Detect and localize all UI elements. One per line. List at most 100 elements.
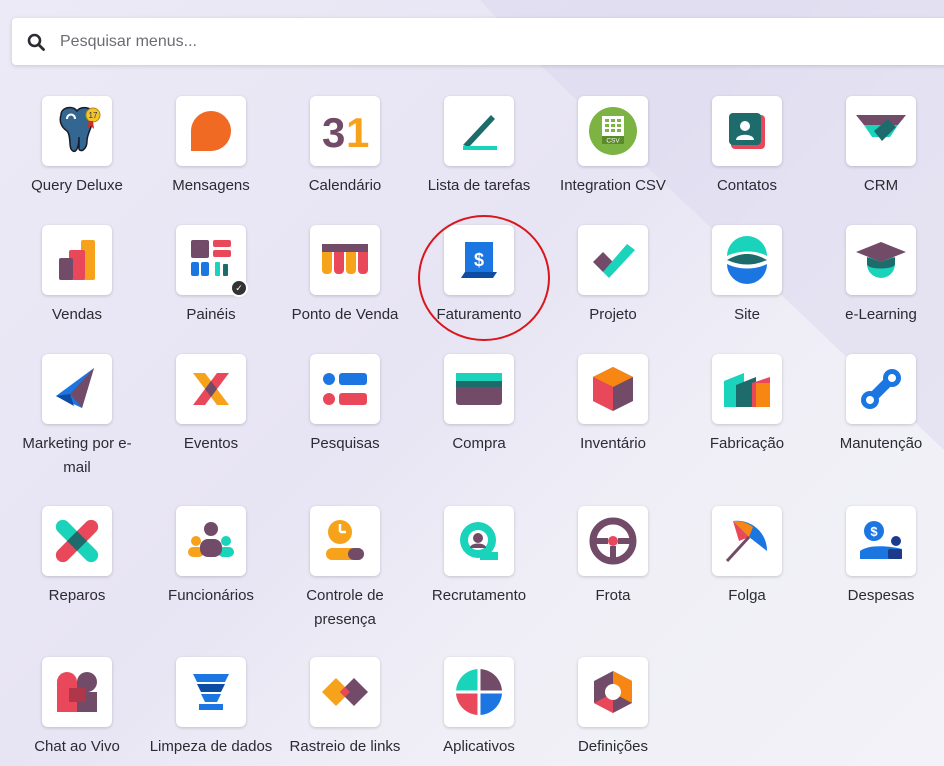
search-icon[interactable]	[26, 32, 46, 52]
app-e-learning[interactable]: e-Learning	[814, 225, 944, 327]
contatos-icon	[729, 113, 765, 149]
app-controle-presenca[interactable]: Controle de presença	[278, 506, 412, 632]
app-label: Aplicativos	[443, 738, 515, 755]
app-label: Painéis	[186, 306, 236, 323]
app-funcionarios[interactable]: Funcionários	[144, 506, 278, 608]
frota-icon	[589, 517, 637, 565]
projeto-icon	[593, 244, 635, 278]
app-calendario[interactable]: 3 1 Calendário	[278, 96, 412, 198]
app-pesquisas[interactable]: Pesquisas	[278, 354, 412, 456]
compra-icon	[456, 373, 502, 405]
site-icon	[727, 236, 767, 284]
app-eventos[interactable]: Eventos	[144, 354, 278, 456]
mensagens-icon	[191, 111, 231, 151]
app-label: Despesas	[847, 587, 915, 604]
svg-text:$: $	[474, 250, 484, 270]
app-label: Funcionários	[168, 587, 254, 604]
app-label: Folga	[728, 587, 766, 604]
app-crm[interactable]: CRM	[814, 96, 944, 198]
app-ponto-de-venda[interactable]: Ponto de Venda	[278, 225, 412, 327]
svg-text:17: 17	[89, 111, 98, 120]
app-label: CRM	[863, 177, 899, 194]
svg-text:1: 1	[346, 109, 369, 153]
marketing-email-icon	[56, 368, 94, 408]
recrutamento-icon	[460, 522, 498, 560]
lista-de-tarefas-icon	[463, 115, 497, 150]
chat-ao-vivo-icon	[57, 672, 97, 712]
checkmark-badge-icon: ✓	[230, 279, 248, 297]
e-learning-icon	[856, 242, 906, 278]
app-label: Compra	[452, 435, 506, 452]
app-label: Ponto de Venda	[291, 306, 399, 323]
search-input[interactable]	[58, 31, 662, 52]
app-aplicativos[interactable]: Aplicativos	[412, 657, 546, 759]
app-query-deluxe[interactable]: 17 Query Deluxe	[10, 96, 144, 198]
limpeza-dados-icon	[193, 674, 229, 710]
app-label: Query Deluxe	[31, 177, 123, 194]
app-label: Inventário	[580, 435, 646, 452]
crm-icon	[856, 115, 906, 141]
app-integration-csv[interactable]: CSV Integration CSV	[546, 96, 680, 198]
app-marketing-email[interactable]: Marketing por e-mail	[10, 354, 144, 480]
rastreio-links-icon	[322, 678, 368, 706]
app-frota[interactable]: Frota	[546, 506, 680, 608]
app-label: Calendário	[308, 177, 382, 194]
app-manutencao[interactable]: Manutenção	[814, 354, 944, 456]
app-compra[interactable]: Compra	[412, 354, 546, 456]
app-contatos[interactable]: Contatos	[680, 96, 814, 198]
fabricacao-icon	[724, 373, 770, 407]
app-inventario[interactable]: Inventário	[546, 354, 680, 456]
app-faturamento[interactable]: $ Faturamento	[412, 225, 546, 327]
app-label: Projeto	[589, 306, 637, 323]
app-label: Controle de presença	[306, 587, 384, 628]
app-definicoes[interactable]: Definições	[546, 657, 680, 759]
funcionarios-icon	[188, 522, 234, 557]
app-limpeza-dados[interactable]: Limpeza de dados	[144, 657, 278, 759]
app-label: Integration CSV	[560, 177, 666, 194]
aplicativos-icon	[456, 669, 502, 715]
app-label: Mensagens	[172, 177, 250, 194]
pesquisas-icon	[323, 373, 367, 405]
app-lista-de-tarefas[interactable]: Lista de tarefas	[412, 96, 546, 198]
app-label: Vendas	[51, 306, 103, 323]
app-mensagens[interactable]: Mensagens	[144, 96, 278, 198]
definicoes-icon	[594, 671, 632, 713]
despesas-icon: $	[860, 521, 902, 559]
app-label: Recrutamento	[431, 587, 527, 604]
app-recrutamento[interactable]: Recrutamento	[412, 506, 546, 608]
paineis-icon	[191, 240, 231, 276]
svg-text:$: $	[870, 524, 878, 539]
inventario-icon	[593, 367, 633, 411]
folga-icon	[725, 520, 768, 563]
app-label: Fabricação	[709, 435, 785, 452]
eventos-icon	[193, 373, 229, 405]
svg-text:3: 3	[322, 109, 345, 153]
app-label: Lista de tarefas	[427, 177, 531, 194]
query-deluxe-icon: 17	[59, 106, 101, 153]
app-label: Eventos	[183, 435, 239, 452]
app-reparos[interactable]: Reparos	[10, 506, 144, 608]
app-label: Frota	[595, 587, 631, 604]
calendario-icon: 3 1	[322, 109, 369, 153]
app-label: Marketing por e-mail	[22, 435, 132, 476]
app-site[interactable]: Site	[680, 225, 814, 327]
vendas-icon	[59, 240, 95, 280]
app-chat-ao-vivo[interactable]: Chat ao Vivo	[10, 657, 144, 759]
app-paineis[interactable]: ✓ Painéis	[144, 225, 278, 327]
search-bar	[12, 18, 944, 65]
app-label: Pesquisas	[310, 435, 380, 452]
app-vendas[interactable]: Vendas	[10, 225, 144, 327]
controle-presenca-icon	[326, 520, 364, 560]
manutencao-icon	[861, 369, 901, 409]
app-despesas[interactable]: $ Despesas	[814, 506, 944, 608]
app-label: Contatos	[716, 177, 778, 194]
app-label: Limpeza de dados	[149, 738, 273, 755]
app-label: e-Learning	[845, 306, 917, 323]
app-projeto[interactable]: Projeto	[546, 225, 680, 327]
app-rastreio-links[interactable]: Rastreio de links	[278, 657, 412, 759]
app-fabricacao[interactable]: Fabricação	[680, 354, 814, 456]
app-label: Faturamento	[436, 306, 522, 323]
app-label: Reparos	[48, 587, 106, 604]
app-folga[interactable]: Folga	[680, 506, 814, 608]
app-label: Rastreio de links	[289, 738, 401, 755]
